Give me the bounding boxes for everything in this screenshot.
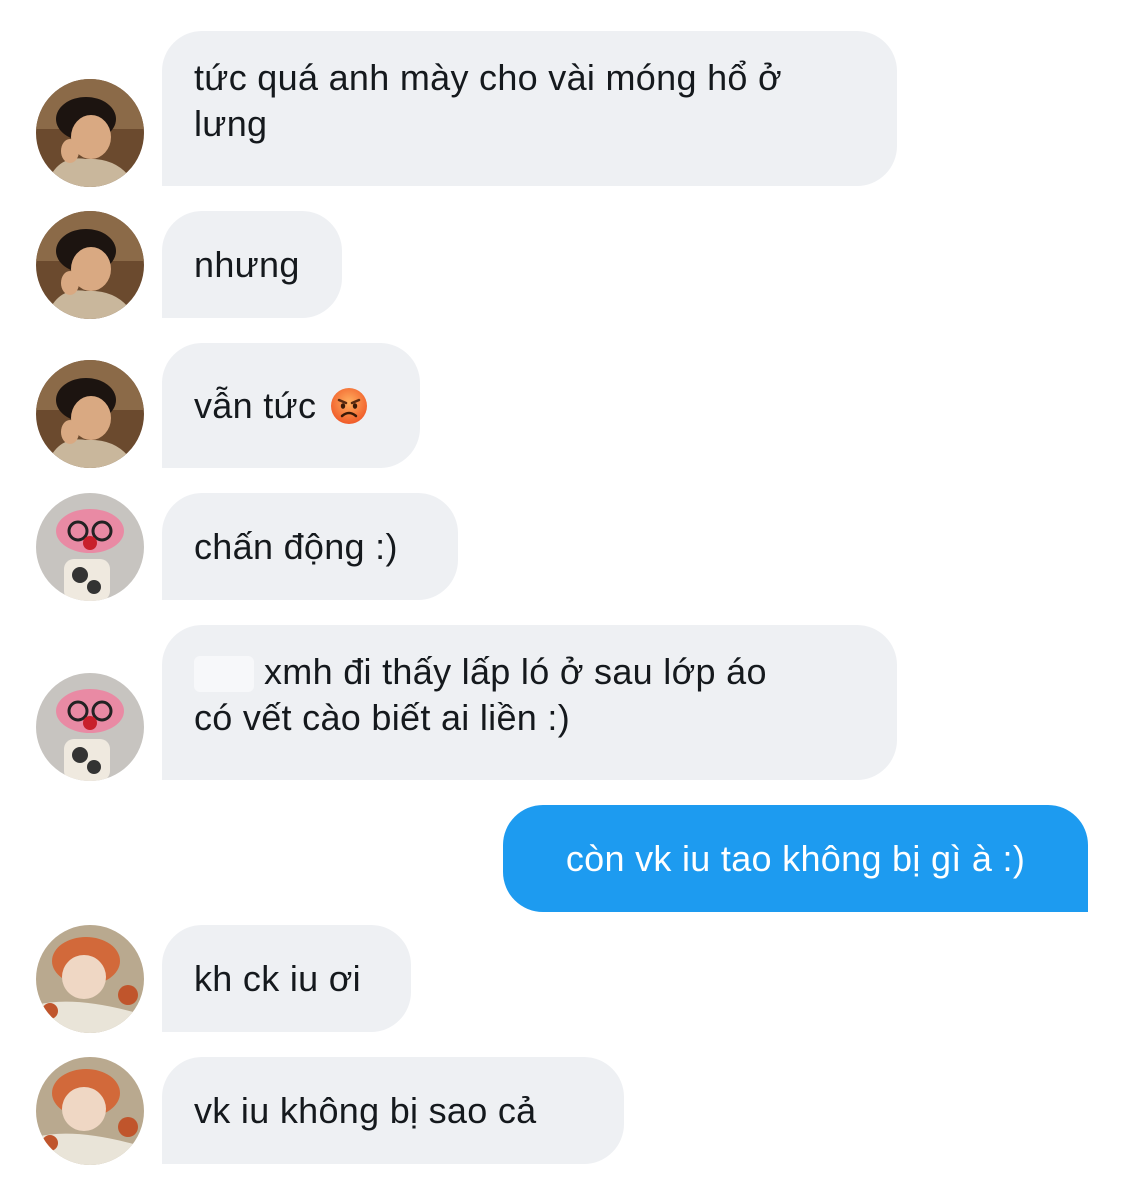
- avatar-redhair[interactable]: [36, 1057, 144, 1165]
- message-line: xmh đi thấy lấp ló ở sau lớp áo: [264, 651, 767, 692]
- chat-thread: tức quá anh mày cho vài móng hổ ở lưng n…: [0, 0, 1125, 1178]
- avatar-boy[interactable]: [36, 211, 144, 319]
- message-bubble[interactable]: vẫn tức: [162, 343, 420, 468]
- message-text: vk iu không bị sao cả: [194, 1089, 537, 1131]
- message-text: vẫn tức: [194, 384, 317, 426]
- avatar-boy[interactable]: [36, 360, 144, 468]
- message-bubble[interactable]: kh ck iu ơi: [162, 925, 411, 1032]
- message-text: nhưng: [194, 243, 300, 285]
- message-text: chấn động :): [194, 525, 398, 567]
- avatar-redhair[interactable]: [36, 925, 144, 1033]
- avatar-plush[interactable]: [36, 673, 144, 781]
- message-bubble[interactable]: nhưng: [162, 211, 342, 318]
- message-text: còn vk iu tao không bị gì à :): [565, 837, 1026, 879]
- avatar-boy[interactable]: [36, 79, 144, 187]
- redacted-block: [194, 656, 254, 693]
- message-bubble[interactable]: tức quá anh mày cho vài móng hổ ở lưng: [162, 31, 897, 186]
- angry-face-icon: [331, 387, 368, 424]
- avatar-plush[interactable]: [36, 493, 144, 601]
- message-line: có vết cào biết ai liền :): [194, 697, 570, 738]
- message-bubble[interactable]: xmh đi thấy lấp ló ở sau lớp áo có vết c…: [162, 625, 897, 780]
- message-line-row: xmh đi thấy lấp ló ở sau lớp áo: [194, 649, 767, 695]
- message-bubble[interactable]: chấn động :): [162, 493, 458, 600]
- message-bubble-outgoing[interactable]: còn vk iu tao không bị gì à :): [503, 805, 1088, 912]
- message-text: kh ck iu ơi: [194, 957, 361, 999]
- message-line: lưng: [194, 103, 268, 144]
- message-line: tức quá anh mày cho vài móng hổ ở: [194, 57, 782, 98]
- message-bubble[interactable]: vk iu không bị sao cả: [162, 1057, 624, 1164]
